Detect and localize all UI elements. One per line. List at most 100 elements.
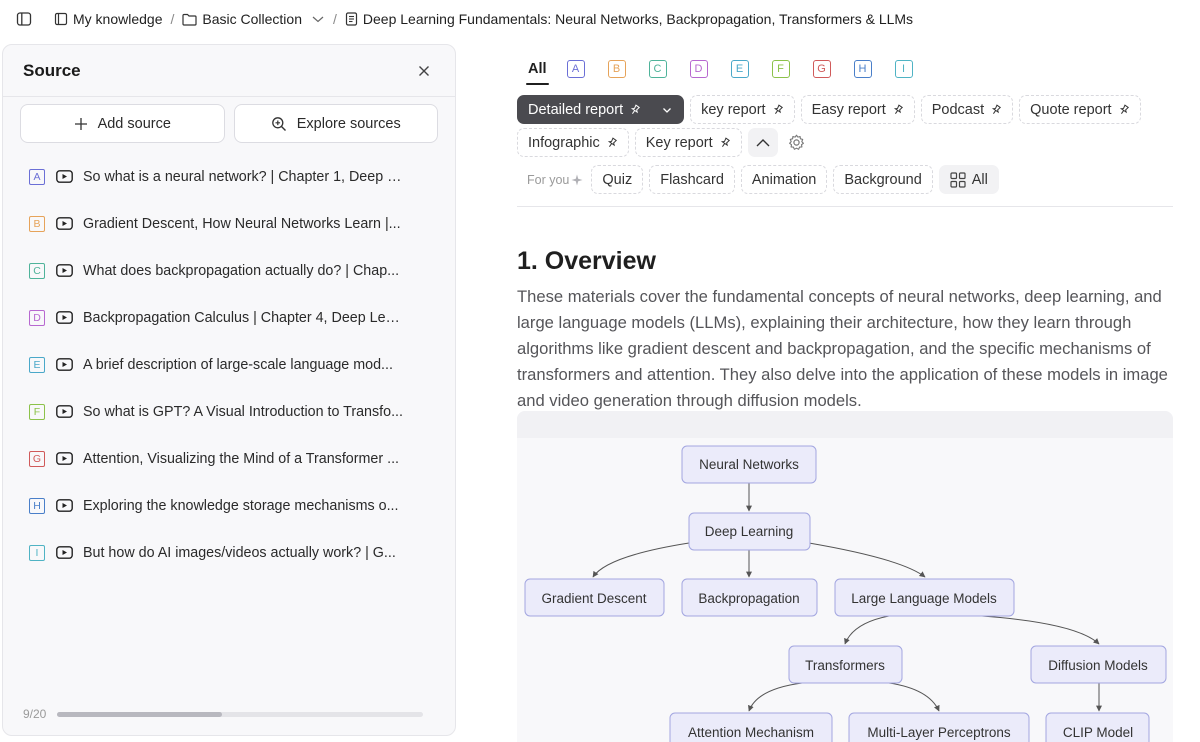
report-chip[interactable]: Easy report [800,95,915,124]
video-icon [56,405,73,418]
filter-source-h[interactable]: H [853,60,872,78]
report-chip-label: Infographic [528,134,600,151]
filter-source-e[interactable]: E [730,60,749,78]
source-item[interactable]: F So what is GPT? A Visual Introduction t… [3,388,455,435]
filter-all-tab[interactable]: All [526,61,549,85]
node-label: Transformers [805,658,885,673]
breadcrumb-document-label: Deep Learning Fundamentals: Neural Netwo… [362,11,914,27]
tool-chip[interactable]: Animation [740,165,828,194]
close-icon[interactable] [413,60,435,82]
video-icon [56,170,73,183]
all-tools-label: All [971,171,988,188]
all-tools-button[interactable]: All [938,165,999,194]
source-item[interactable]: D Backpropagation Calculus | Chapter 4, D… [3,294,455,341]
report-chip[interactable]: Podcast [920,95,1014,124]
source-item[interactable]: A So what is a neural network? | Chapter … [3,153,455,200]
edge-llm-dm [981,615,1100,645]
source-item[interactable]: E A brief description of large-scale lang… [3,341,455,388]
collapse-button[interactable] [747,128,778,157]
add-source-button[interactable]: Add source [20,104,225,143]
tool-chip[interactable]: Flashcard [649,165,735,194]
source-item[interactable]: H Exploring the knowledge storage mechani… [3,482,455,529]
source-letter-badge: I [29,544,45,561]
filter-source-b[interactable]: B [607,60,626,78]
node-label: Neural Networks [699,457,799,472]
node-diffusion-models[interactable]: Diffusion Models [1030,645,1167,684]
filter-source-c[interactable]: C [648,60,667,78]
pin-icon[interactable] [719,136,731,149]
node-large-language-models[interactable]: Large Language Models [834,578,1015,617]
source-letter-badge: F [29,403,45,420]
sidebar-toggle-icon[interactable] [14,9,34,29]
source-letter-badge: B [29,215,45,232]
source-title: But how do AI images/videos actually wor… [83,544,396,561]
breadcrumb-collection[interactable]: Basic Collection [182,11,325,27]
report-chip[interactable]: Detailed report [517,95,685,124]
filter-source-d[interactable]: D [689,60,708,78]
source-item[interactable]: C What does backpropagation actually do? … [3,247,455,294]
video-icon [56,311,73,324]
tool-chip[interactable]: Background [833,165,933,194]
filter-source-a[interactable]: A [566,60,585,78]
report-chip[interactable]: Infographic [517,128,629,157]
settings-gear-icon[interactable] [784,128,810,157]
breadcrumb-my-knowledge[interactable]: My knowledge [54,11,163,27]
edge-dl-llm [808,542,926,578]
source-letter-badge: C [29,262,45,279]
breadcrumb-root-label: My knowledge [73,11,163,27]
scrollbar-thumb[interactable] [57,711,222,717]
pin-icon[interactable] [606,136,618,149]
node-clip-model[interactable]: CLIP Model [1045,712,1150,742]
top-bar: My knowledge / Basic Collection / Deep L… [0,0,1200,38]
filter-source-i[interactable]: I [894,60,913,78]
node-multi-layer-perceptrons[interactable]: Multi-Layer Perceptrons [848,712,1030,742]
breadcrumb-collection-label: Basic Collection [202,11,302,27]
source-item[interactable]: I But how do AI images/videos actually wo… [3,529,455,576]
main-content: All A B C D E F G H I Detailed report key report E… [517,50,1173,414]
report-chip[interactable]: key report [690,95,795,124]
report-chip-label: Easy report [811,101,886,118]
source-letter-badge: D [29,309,45,326]
chevron-up-icon [756,138,770,146]
source-letter-badge: A [29,168,45,185]
pin-icon[interactable] [892,103,904,116]
sparkle-icon [571,174,583,185]
pin-icon[interactable] [990,103,1002,116]
node-transformers[interactable]: Transformers [788,645,903,684]
report-chip-label: Quote report [1030,101,1112,118]
report-chip[interactable]: Quote report [1019,95,1141,124]
tool-chip[interactable]: Quiz [591,165,644,194]
node-attention-mechanism[interactable]: Attention Mechanism [669,712,833,742]
source-panel-title: Source [23,60,81,80]
report-chip-label: Podcast [931,101,985,118]
section-heading: 1. Overview [517,247,656,275]
source-scrollbar[interactable] [57,711,423,717]
pin-icon[interactable] [1118,103,1130,116]
book-icon [54,12,68,26]
source-title: Gradient Descent, How Neural Networks Le… [83,215,401,232]
filter-source-f[interactable]: F [771,60,790,78]
pin-icon[interactable] [629,103,641,116]
node-deep-learning[interactable]: Deep Learning [688,512,811,551]
breadcrumb-document[interactable]: Deep Learning Fundamentals: Neural Netwo… [345,11,913,27]
chevron-down-icon [312,16,324,23]
video-icon [56,358,73,371]
chevron-down-icon[interactable] [661,105,673,115]
report-chip[interactable]: Key report [634,128,742,157]
pin-icon[interactable] [772,103,784,116]
node-backpropagation[interactable]: Backpropagation [681,578,818,617]
source-item[interactable]: B Gradient Descent, How Neural Networks L… [3,200,455,247]
explore-sources-label: Explore sources [296,115,401,132]
divider [517,206,1173,207]
node-neural-networks[interactable]: Neural Networks [681,445,817,484]
grid-icon [950,171,966,188]
node-label: Multi-Layer Perceptrons [867,725,1011,740]
source-title: So what is GPT? A Visual Introduction to… [83,403,403,420]
for-you-text: For you [527,172,570,187]
filter-source-g[interactable]: G [812,60,831,78]
node-gradient-descent[interactable]: Gradient Descent [524,578,665,617]
video-icon [56,452,73,465]
explore-sources-button[interactable]: Explore sources [233,104,438,143]
source-item[interactable]: G Attention, Visualizing the Mind of a Tr… [3,435,455,482]
for-you-label: For you [527,173,583,187]
